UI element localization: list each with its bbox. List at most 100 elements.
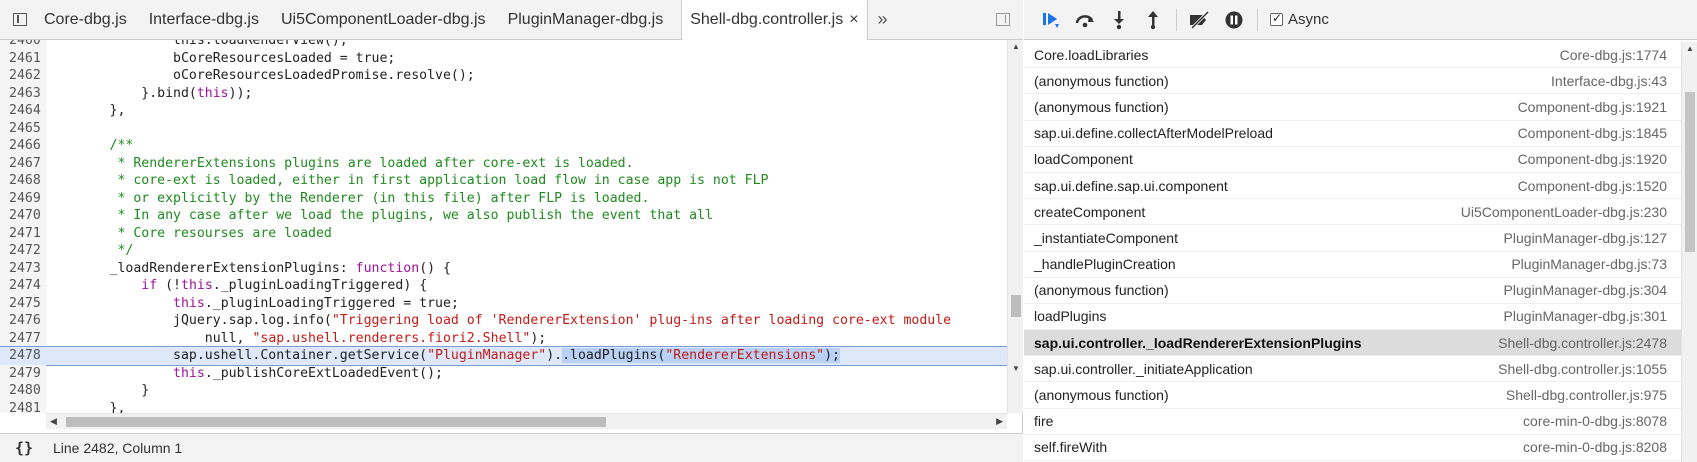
editor-vertical-scrollbar[interactable]: ▲ ▼ — [1007, 40, 1023, 413]
call-frame[interactable]: sap.ui.define.sap.ui.component Component-… — [1024, 173, 1681, 200]
code-editor[interactable]: 2460 this.loadRenderView(); 2461 bCoreRes… — [0, 40, 1007, 413]
call-frame[interactable]: (anonymous function) PluginManager-dbg.js… — [1024, 278, 1681, 304]
line-number[interactable]: 2461 — [0, 49, 46, 67]
frame-location-link[interactable]: Shell-dbg.controller.js:1055 — [1498, 361, 1667, 377]
scroll-thumb[interactable] — [1685, 92, 1695, 252]
code-line[interactable]: 2474 if (!this._pluginLoadingTriggered) … — [0, 277, 1007, 295]
code-line[interactable]: 2461 bCoreResourcesLoaded = true; — [0, 49, 1007, 67]
call-frame[interactable]: loadPlugins PluginManager-dbg.js:301 — [1024, 304, 1681, 331]
code-line[interactable]: 2468 * core-ext is loaded, either in fir… — [0, 172, 1007, 190]
line-number[interactable]: 2468 — [0, 172, 46, 190]
code-line[interactable]: 2480 } — [0, 382, 1007, 400]
call-frame[interactable]: (anonymous function) Shell-dbg.controller… — [1024, 382, 1681, 409]
code-line[interactable]: 2477 null, "sap.ushell.renderers.fiori2.… — [0, 329, 1007, 347]
resume-button[interactable] — [1034, 6, 1068, 34]
pause-on-exceptions-button[interactable] — [1217, 6, 1251, 34]
line-number[interactable]: 2464 — [0, 102, 46, 120]
code-line[interactable]: 2466 /** — [0, 137, 1007, 155]
line-number[interactable]: 2481 — [0, 399, 46, 413]
scroll-down-icon[interactable]: ▼ — [1012, 364, 1020, 373]
code-line[interactable]: 2462 oCoreResourcesLoadedPromise.resolve… — [0, 67, 1007, 85]
deactivate-breakpoints-button[interactable] — [1183, 6, 1217, 34]
pretty-print-icon[interactable]: {} — [15, 439, 53, 457]
call-frame[interactable]: (anonymous function) Component-dbg.js:192… — [1024, 94, 1681, 121]
call-frame[interactable]: sap.ui.define.collectAfterModelPreload Co… — [1024, 121, 1681, 147]
code-line[interactable]: 2463 }.bind(this)); — [0, 84, 1007, 102]
toggle-navigator-button[interactable] — [0, 0, 40, 39]
call-frame[interactable]: createComponent Ui5ComponentLoader-dbg.js… — [1024, 199, 1681, 226]
frame-location-link[interactable]: core-min-0-dbg.js:8078 — [1523, 413, 1667, 429]
line-number[interactable]: 2466 — [0, 137, 46, 155]
more-tabs-button[interactable]: » — [868, 0, 898, 39]
call-frame[interactable]: (anonymous function) Interface-dbg.js:43 — [1024, 68, 1681, 95]
line-number[interactable]: 2476 — [0, 312, 46, 330]
frame-location-link[interactable]: Component-dbg.js:1520 — [1518, 178, 1667, 194]
tab-core-dbg[interactable]: Core-dbg.js — [40, 0, 145, 39]
step-over-button[interactable] — [1068, 6, 1102, 34]
code-line[interactable]: 2471 * Core resourses are loaded — [0, 224, 1007, 242]
code-line[interactable]: 2469 * or explicitly by the Renderer (in… — [0, 189, 1007, 207]
code-line[interactable]: 2476 jQuery.sap.log.info("Triggering loa… — [0, 312, 1007, 330]
line-number[interactable]: 2477 — [0, 329, 46, 347]
frame-location-link[interactable]: Component-dbg.js:1921 — [1518, 99, 1667, 115]
editor-horizontal-scrollbar[interactable]: ◀ ▶ — [46, 413, 1007, 429]
call-frame-selected[interactable]: sap.ui.controller._loadRendererExtension… — [1024, 330, 1681, 357]
frame-location-link[interactable]: PluginManager-dbg.js:304 — [1504, 282, 1667, 298]
call-frame[interactable]: sap.ui.controller._initiateApplication Sh… — [1024, 356, 1681, 383]
frame-location-link[interactable]: PluginManager-dbg.js:73 — [1511, 256, 1667, 272]
scroll-left-icon[interactable]: ◀ — [50, 416, 57, 427]
line-number[interactable]: 2467 — [0, 154, 46, 172]
scroll-up-icon[interactable]: ▲ — [1012, 42, 1020, 51]
call-frame[interactable]: _instantiateComponent PluginManager-dbg.j… — [1024, 225, 1681, 252]
frame-location-link[interactable]: Core-dbg.js:1774 — [1560, 47, 1667, 63]
frame-location-link[interactable]: Ui5ComponentLoader-dbg.js:230 — [1461, 204, 1667, 220]
line-number[interactable]: 2473 — [0, 259, 46, 277]
step-out-button[interactable] — [1136, 6, 1170, 34]
line-number[interactable]: 2475 — [0, 294, 46, 312]
tab-interface-dbg[interactable]: Interface-dbg.js — [145, 0, 277, 39]
scroll-thumb[interactable] — [1011, 295, 1021, 317]
line-number[interactable]: 2479 — [0, 364, 46, 382]
frame-location-link[interactable]: Shell-dbg.controller.js:2478 — [1498, 335, 1667, 351]
toggle-debugger-button[interactable] — [983, 0, 1023, 39]
frame-location-link[interactable]: Component-dbg.js:1920 — [1518, 151, 1667, 167]
code-line[interactable]: 2479 this._publishCoreExtLoadedEvent(); — [0, 364, 1007, 382]
code-line[interactable]: 2475 this._pluginLoadingTriggered = true… — [0, 294, 1007, 312]
code-line[interactable]: 2467 * RendererExtensions plugins are lo… — [0, 154, 1007, 172]
frame-location-link[interactable]: PluginManager-dbg.js:127 — [1504, 230, 1667, 246]
code-line[interactable]: 2473 _loadRendererExtensionPlugins: func… — [0, 259, 1007, 277]
code-line[interactable]: 2472 */ — [0, 242, 1007, 260]
code-line[interactable]: 2470 * In any case after we load the plu… — [0, 207, 1007, 225]
line-number[interactable]: 2472 — [0, 242, 46, 260]
code-line[interactable]: 2481 }, — [0, 399, 1007, 413]
call-stack-scrollbar[interactable]: ▲ — [1681, 42, 1697, 462]
frame-location-link[interactable]: core-min-0-dbg.js:8208 — [1523, 439, 1667, 455]
line-number[interactable]: 2460 — [0, 40, 46, 50]
frame-location-link[interactable]: PluginManager-dbg.js:301 — [1504, 308, 1667, 324]
call-frame[interactable]: self.fireWith core-min-0-dbg.js:8208 — [1024, 435, 1681, 461]
tab-ui5componentloader-dbg[interactable]: Ui5ComponentLoader-dbg.js — [277, 0, 504, 39]
line-number[interactable]: 2474 — [0, 277, 46, 295]
code-line[interactable]: 2460 this.loadRenderView(); — [0, 40, 1007, 50]
call-frame[interactable]: loadComponent Component-dbg.js:1920 — [1024, 147, 1681, 173]
line-number[interactable]: 2471 — [0, 224, 46, 242]
tab-pluginmanager-dbg[interactable]: PluginManager-dbg.js — [504, 0, 682, 39]
line-number[interactable]: 2463 — [0, 84, 46, 102]
frame-location-link[interactable]: Interface-dbg.js:43 — [1551, 73, 1667, 89]
close-tab-icon[interactable]: × — [849, 11, 858, 29]
scroll-thumb[interactable] — [66, 417, 606, 427]
code-line[interactable]: 2464 }, — [0, 102, 1007, 120]
line-number[interactable]: 2462 — [0, 67, 46, 85]
current-execution-line[interactable]: 2478 sap.ushell.Container.getService("Pl… — [0, 346, 1007, 366]
tab-shell-dbg-controller[interactable]: Shell-dbg.controller.js × — [681, 0, 868, 40]
call-frame[interactable]: fire core-min-0-dbg.js:8078 — [1024, 409, 1681, 435]
frame-location-link[interactable]: Shell-dbg.controller.js:975 — [1506, 387, 1667, 403]
async-checkbox[interactable] — [1270, 11, 1283, 26]
line-number[interactable]: 2470 — [0, 207, 46, 225]
step-into-button[interactable] — [1102, 6, 1136, 34]
scroll-up-icon[interactable]: ▲ — [1686, 44, 1694, 53]
line-number[interactable]: 2480 — [0, 382, 46, 400]
frame-location-link[interactable]: Component-dbg.js:1845 — [1518, 125, 1667, 141]
line-number[interactable]: 2478 — [0, 347, 46, 365]
line-number[interactable]: 2469 — [0, 189, 46, 207]
